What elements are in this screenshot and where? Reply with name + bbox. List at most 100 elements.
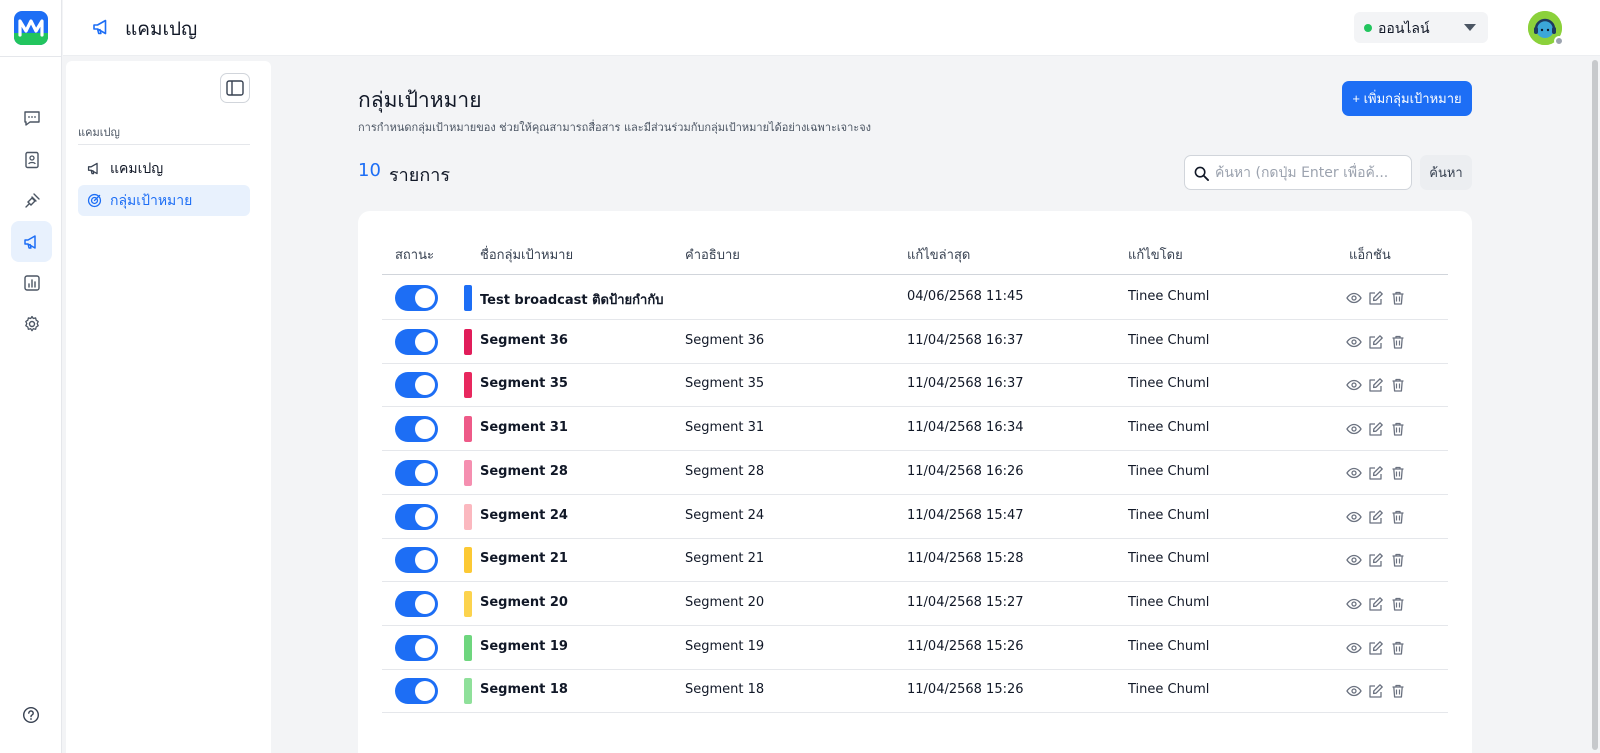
last-updated: 11/04/2568 15:27: [907, 594, 1024, 610]
rail-item-chat[interactable]: [11, 98, 52, 139]
record-count: 10: [358, 160, 381, 181]
toggle-knob: [415, 419, 435, 440]
status-dropdown[interactable]: ออนไลน์: [1354, 12, 1488, 43]
status-toggle[interactable]: [395, 590, 438, 617]
icon-rail: [0, 0, 62, 753]
eye-icon[interactable]: [1346, 552, 1362, 568]
eye-icon[interactable]: [1346, 334, 1362, 350]
status-toggle[interactable]: [395, 328, 438, 355]
last-updated: 11/04/2568 15:26: [907, 682, 1024, 698]
contacts-icon: [24, 151, 39, 168]
gear-icon: [24, 315, 39, 331]
status-toggle[interactable]: [395, 503, 438, 530]
updated-by: Tinee Chuml: [1128, 463, 1210, 479]
status-toggle[interactable]: [395, 634, 438, 661]
help-icon[interactable]: [22, 706, 40, 724]
chat-icon: [23, 110, 40, 126]
trash-icon[interactable]: [1390, 509, 1406, 525]
eye-icon[interactable]: [1346, 421, 1362, 437]
rail-item-campaign[interactable]: [11, 221, 52, 262]
app-logo[interactable]: [14, 11, 48, 45]
segment-description: Segment 31: [685, 420, 765, 436]
trash-icon[interactable]: [1390, 421, 1406, 437]
segment-description: Segment 21: [685, 551, 765, 567]
edit-icon[interactable]: [1368, 683, 1384, 699]
eye-icon[interactable]: [1346, 290, 1362, 306]
edit-icon[interactable]: [1368, 596, 1384, 612]
column-header-actions: แอ็กชัน: [1349, 248, 1391, 263]
toggle-knob: [415, 506, 435, 527]
rail-item-reports[interactable]: [11, 262, 52, 303]
edit-icon[interactable]: [1368, 377, 1384, 393]
eye-icon[interactable]: [1346, 465, 1362, 481]
status-toggle[interactable]: [395, 459, 438, 486]
trash-icon[interactable]: [1390, 640, 1406, 656]
collapse-sidebar-button[interactable]: [220, 73, 250, 103]
updated-by: Tinee Chuml: [1128, 594, 1210, 610]
search-icon: [1194, 166, 1209, 181]
trash-icon[interactable]: [1390, 465, 1406, 481]
updated-by: Tinee Chuml: [1128, 682, 1210, 698]
sidebar-item-target-groups[interactable]: กลุ่มเป้าหมาย: [78, 185, 250, 216]
trash-icon[interactable]: [1390, 377, 1406, 393]
megaphone-icon: [23, 234, 36, 249]
toggle-knob: [415, 288, 435, 308]
eye-icon[interactable]: [1346, 683, 1362, 699]
edit-icon[interactable]: [1368, 290, 1384, 306]
rail-item-contacts[interactable]: [11, 139, 52, 180]
avatar-status-indicator: [1554, 36, 1564, 46]
eye-icon[interactable]: [1346, 509, 1362, 525]
page-header-title: แคมเปญ: [125, 18, 198, 40]
status-toggle[interactable]: [395, 678, 438, 705]
trash-icon[interactable]: [1390, 596, 1406, 612]
toggle-knob: [415, 375, 435, 396]
trash-icon[interactable]: [1390, 334, 1406, 350]
edit-icon[interactable]: [1368, 640, 1384, 656]
trash-icon[interactable]: [1390, 683, 1406, 699]
segment-name: Test broadcast ติดป้ายกำกับ: [480, 293, 664, 308]
segment-description: Segment 20: [685, 594, 765, 610]
page-description: การกำหนดกลุ่มเป้าหมายของ ช่วยให้คุณสามาร…: [358, 121, 872, 134]
last-updated: 11/04/2568 15:26: [907, 638, 1024, 654]
page-scrollbar[interactable]: [1590, 56, 1600, 753]
table-row: Segment 24 Segment 24 11/04/2568 15:47 Tine…: [382, 495, 1448, 539]
search-field[interactable]: [1184, 155, 1412, 190]
table-row: Segment 28 Segment 28 11/04/2568 16:26 Tine…: [382, 451, 1448, 495]
segment-name: Segment 20: [480, 594, 568, 610]
sidebar-divider: [78, 144, 250, 145]
edit-icon[interactable]: [1368, 334, 1384, 350]
segment-color-swatch: [464, 590, 472, 617]
edit-icon[interactable]: [1368, 552, 1384, 568]
status-toggle[interactable]: [395, 372, 438, 399]
user-avatar[interactable]: [1528, 11, 1564, 46]
sidebar-item-campaign[interactable]: แคมเปญ: [78, 153, 250, 184]
rail-item-integrations[interactable]: [11, 180, 52, 221]
target-groups-table: สถานะ ชื่อกลุ่มเป้าหมาย คำอธิบาย แก้ไขล่…: [358, 211, 1472, 753]
status-toggle[interactable]: [395, 285, 438, 311]
status-toggle[interactable]: [395, 416, 438, 443]
sidebar-section-label: แคมเปญ: [78, 126, 120, 139]
search-button[interactable]: ค้นหา: [1420, 155, 1472, 190]
edit-icon[interactable]: [1368, 465, 1384, 481]
segment-description: Segment 28: [685, 463, 765, 479]
target-icon: [87, 193, 102, 208]
rail-item-settings[interactable]: [11, 303, 52, 344]
toggle-knob: [415, 637, 435, 658]
scrollbar-thumb[interactable]: [1592, 60, 1598, 750]
rail-divider: [0, 56, 62, 57]
eye-icon[interactable]: [1346, 377, 1362, 393]
edit-icon[interactable]: [1368, 421, 1384, 437]
last-updated: 04/06/2568 11:45: [907, 289, 1024, 304]
trash-icon[interactable]: [1390, 552, 1406, 568]
segment-color-swatch: [464, 328, 472, 355]
segment-description: Segment 24: [685, 507, 765, 523]
eye-icon[interactable]: [1346, 640, 1362, 656]
status-toggle[interactable]: [395, 547, 438, 574]
search-input[interactable]: [1215, 163, 1403, 183]
trash-icon[interactable]: [1390, 290, 1406, 306]
add-target-group-button[interactable]: + เพิ่มกลุ่มเป้าหมาย: [1342, 81, 1472, 116]
edit-icon[interactable]: [1368, 509, 1384, 525]
eye-icon[interactable]: [1346, 596, 1362, 612]
megaphone-icon: [87, 162, 98, 175]
segment-description: Segment 19: [685, 638, 765, 654]
